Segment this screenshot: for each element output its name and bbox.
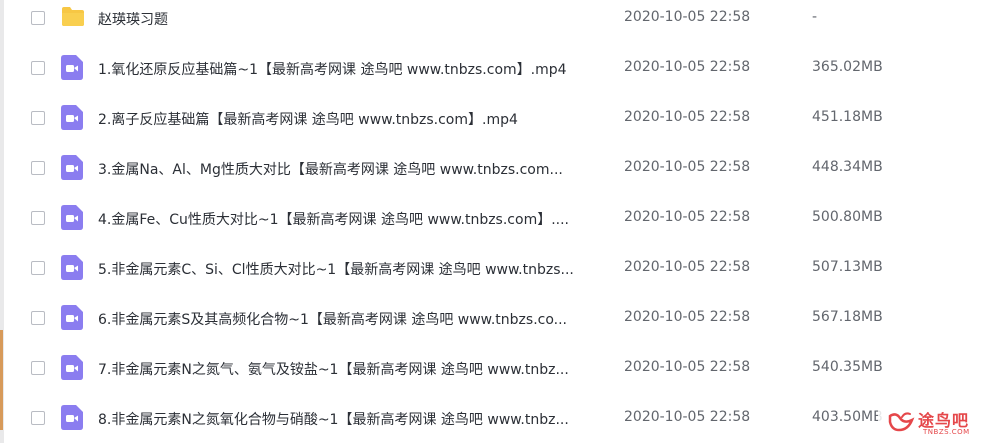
video-file-icon: [61, 305, 83, 334]
video-file-icon: [61, 405, 83, 434]
file-name[interactable]: 2.离子反应基础篇【最新高考网课 途鸟吧 www.tnbzs.com】.mp4: [98, 109, 603, 129]
row-checkbox[interactable]: [31, 61, 45, 75]
site-watermark: 途鸟吧 TNBZS.COM: [878, 404, 981, 443]
watermark-url: TNBZS.COM: [923, 428, 970, 436]
row-checkbox[interactable]: [31, 111, 45, 125]
file-date: 2020-10-05 22:58: [624, 9, 751, 25]
file-row[interactable]: 4.金属Fe、Cu性质大对比~1【最新高考网课 途鸟吧 www.tnbzs.co…: [0, 193, 981, 243]
video-file-icon: [61, 55, 83, 84]
row-checkbox[interactable]: [31, 361, 45, 375]
file-name[interactable]: 6.非金属元素S及其高频化合物~1【最新高考网课 途鸟吧 www.tnbzs.c…: [98, 309, 603, 329]
video-file-icon: [61, 205, 83, 234]
file-name[interactable]: 8.非金属元素N之氮氧化合物与硝酸~1【最新高考网课 途鸟吧 www.tnbz.…: [98, 409, 603, 429]
file-size: 403.50MB: [812, 409, 883, 425]
file-size: 500.80MB: [812, 209, 883, 225]
bird-logo-icon: [886, 408, 916, 442]
file-name[interactable]: 1.氧化还原反应基础篇~1【最新高考网课 途鸟吧 www.tnbzs.com】.…: [98, 59, 603, 79]
file-row[interactable]: 8.非金属元素N之氮氧化合物与硝酸~1【最新高考网课 途鸟吧 www.tnbz.…: [0, 393, 981, 443]
file-date: 2020-10-05 22:58: [624, 359, 751, 375]
row-checkbox[interactable]: [31, 161, 45, 175]
video-file-icon: [61, 105, 83, 134]
video-file-icon: [61, 355, 83, 384]
file-row[interactable]: 3.金属Na、Al、Mg性质大对比【最新高考网课 途鸟吧 www.tnbzs.c…: [0, 143, 981, 193]
row-checkbox[interactable]: [31, 211, 45, 225]
file-size: 507.13MB: [812, 259, 883, 275]
file-date: 2020-10-05 22:58: [624, 309, 751, 325]
file-name[interactable]: 3.金属Na、Al、Mg性质大对比【最新高考网课 途鸟吧 www.tnbzs.c…: [98, 159, 603, 179]
file-size: -: [812, 9, 818, 25]
file-row[interactable]: 5.非金属元素C、Si、Cl性质大对比~1【最新高考网课 途鸟吧 www.tnb…: [0, 243, 981, 293]
file-size: 451.18MB: [812, 109, 883, 125]
file-size: 448.34MB: [812, 159, 883, 175]
file-date: 2020-10-05 22:58: [624, 109, 751, 125]
file-row[interactable]: 赵瑛瑛习题 2020-10-05 22:58 -: [0, 0, 981, 43]
file-name[interactable]: 4.金属Fe、Cu性质大对比~1【最新高考网课 途鸟吧 www.tnbzs.co…: [98, 209, 603, 229]
file-name[interactable]: 赵瑛瑛习题: [98, 9, 603, 29]
file-size: 365.02MB: [812, 59, 883, 75]
file-date: 2020-10-05 22:58: [624, 259, 751, 275]
video-file-icon: [61, 155, 83, 184]
file-list-page: 赵瑛瑛习题 2020-10-05 22:58 - 1.氧化还原反应基础篇~1【最…: [0, 0, 981, 443]
file-name[interactable]: 5.非金属元素C、Si、Cl性质大对比~1【最新高考网课 途鸟吧 www.tnb…: [98, 259, 603, 279]
file-date: 2020-10-05 22:58: [624, 59, 751, 75]
row-checkbox[interactable]: [31, 411, 45, 425]
row-checkbox[interactable]: [31, 311, 45, 325]
file-row[interactable]: 6.非金属元素S及其高频化合物~1【最新高考网课 途鸟吧 www.tnbzs.c…: [0, 293, 981, 343]
file-name[interactable]: 7.非金属元素N之氮气、氨气及铵盐~1【最新高考网课 途鸟吧 www.tnbz.…: [98, 359, 603, 379]
row-checkbox[interactable]: [31, 261, 45, 275]
file-date: 2020-10-05 22:58: [624, 159, 751, 175]
file-size: 567.18MB: [812, 309, 883, 325]
row-checkbox[interactable]: [31, 11, 45, 25]
folder-icon: [61, 5, 85, 31]
file-row[interactable]: 1.氧化还原反应基础篇~1【最新高考网课 途鸟吧 www.tnbzs.com】.…: [0, 43, 981, 93]
file-size: 540.35MB: [812, 359, 883, 375]
file-date: 2020-10-05 22:58: [624, 209, 751, 225]
file-row[interactable]: 2.离子反应基础篇【最新高考网课 途鸟吧 www.tnbzs.com】.mp4 …: [0, 93, 981, 143]
file-row[interactable]: 7.非金属元素N之氮气、氨气及铵盐~1【最新高考网课 途鸟吧 www.tnbz.…: [0, 343, 981, 393]
video-file-icon: [61, 255, 83, 284]
file-date: 2020-10-05 22:58: [624, 409, 751, 425]
